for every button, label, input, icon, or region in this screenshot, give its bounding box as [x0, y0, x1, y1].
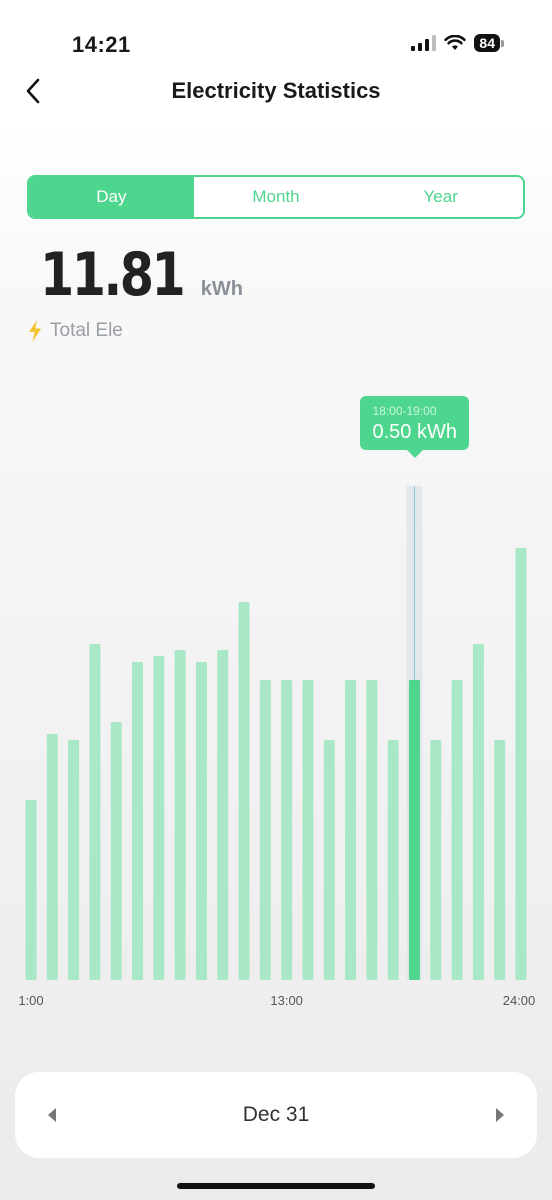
- status-time: 14:21: [72, 32, 131, 57]
- bar-5:00[interactable]: [110, 722, 122, 980]
- bar-14:00[interactable]: [302, 680, 314, 980]
- x-tick-label: 24:00: [503, 993, 536, 1008]
- status-icons: 84: [411, 34, 504, 52]
- bar-10:00[interactable]: [217, 650, 229, 980]
- total-energy: 11.81 kWh: [40, 240, 243, 310]
- battery-icon: 84: [474, 34, 504, 52]
- bar-17:00[interactable]: [366, 680, 378, 980]
- total-energy-label-row: Total Ele: [28, 320, 123, 342]
- total-energy-integer: 11: [40, 240, 106, 310]
- tab-month[interactable]: Month: [194, 177, 359, 217]
- bar-9:00[interactable]: [195, 662, 207, 980]
- x-tick-label: 1:00: [18, 993, 43, 1008]
- bar-2:00[interactable]: [46, 734, 58, 980]
- bar-4:00[interactable]: [89, 644, 101, 980]
- cellular-signal-icon: [411, 35, 437, 51]
- bar-13:00[interactable]: [281, 680, 293, 980]
- tab-day[interactable]: Day: [29, 177, 194, 217]
- battery-level: 84: [474, 34, 500, 52]
- bar-21:00[interactable]: [451, 680, 463, 980]
- next-date-button[interactable]: [487, 1102, 513, 1128]
- bar-chart[interactable]: 1:00 13:00 24:00: [0, 380, 552, 1020]
- current-date: Dec 31: [242, 1103, 310, 1126]
- period-tabs: Day Month Year: [27, 175, 525, 219]
- bar-12:00[interactable]: [259, 680, 271, 980]
- tooltip-time-range: 18:00-19:00: [372, 404, 437, 418]
- bar-18:00[interactable]: [387, 740, 399, 980]
- bar-23:00[interactable]: [494, 740, 506, 980]
- bar-20:00[interactable]: [430, 740, 442, 980]
- bar-15:00[interactable]: [323, 740, 335, 980]
- chart-tooltip: 18:00-19:00 0.50 kWh: [360, 396, 469, 458]
- bar-7:00[interactable]: [153, 656, 165, 980]
- total-energy-unit: kWh: [200, 278, 244, 300]
- bar-11:00[interactable]: [238, 602, 250, 980]
- date-navigator: Dec 31: [15, 1072, 537, 1158]
- bar-22:00[interactable]: [472, 644, 484, 980]
- x-tick-label: 13:00: [270, 993, 303, 1008]
- tab-year[interactable]: Year: [358, 177, 523, 217]
- bar-16:00[interactable]: [345, 680, 357, 980]
- page-title: Electricity Statistics: [171, 78, 381, 103]
- home-indicator: [177, 1183, 375, 1189]
- total-energy-value: 11.81: [40, 240, 186, 310]
- status-bar: 14:21 84: [0, 0, 552, 70]
- bar-19:00[interactable]: [408, 680, 420, 980]
- bar-8:00[interactable]: [174, 650, 186, 980]
- total-energy-label: Total Ele: [50, 320, 123, 341]
- triangle-right-icon: [496, 1108, 504, 1122]
- wifi-icon: [444, 35, 467, 50]
- lightning-icon: [29, 320, 41, 342]
- bar-24:00[interactable]: [515, 548, 527, 980]
- bar-6:00[interactable]: [132, 662, 144, 980]
- bar-1:00[interactable]: [25, 800, 37, 980]
- navigation-bar: Electricity Statistics: [0, 70, 552, 114]
- tooltip-value: 0.50 kWh: [372, 421, 457, 443]
- total-energy-decimal: .81: [103, 240, 186, 310]
- bar-3:00[interactable]: [68, 740, 80, 980]
- hourly-usage-chart[interactable]: 1:00 13:00 24:00 18:00-19:00 0.50 kWh: [0, 380, 552, 1020]
